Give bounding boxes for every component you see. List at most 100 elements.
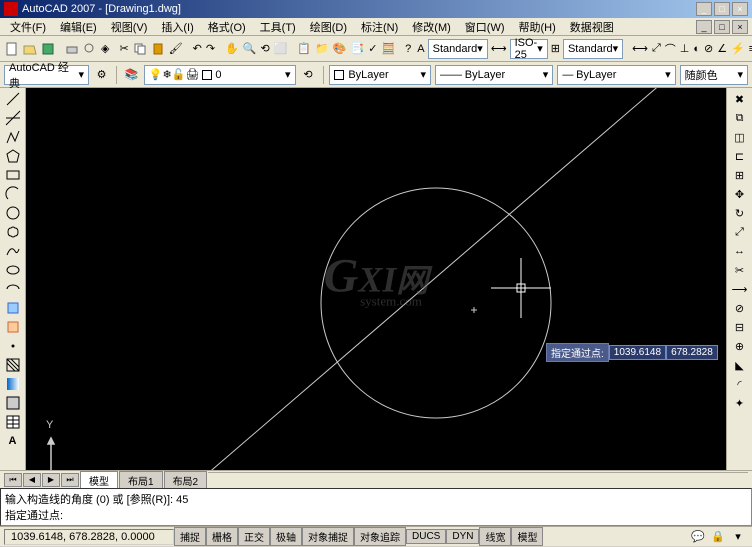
make-block-icon[interactable]: [3, 318, 23, 336]
gradient-icon[interactable]: [3, 375, 23, 393]
rectangle-icon[interactable]: [3, 166, 23, 184]
status-otrack[interactable]: 对象追踪: [354, 527, 406, 546]
plot-icon[interactable]: [64, 39, 80, 59]
dim-diameter-icon[interactable]: ⊘: [703, 39, 714, 59]
table-icon[interactable]: [3, 413, 23, 431]
scale-icon[interactable]: ⤢: [730, 223, 750, 241]
zoom-prev-icon[interactable]: ⟲: [260, 39, 271, 59]
lineweight-dropdown[interactable]: — ByLayer▾: [557, 65, 675, 85]
status-ortho[interactable]: 正交: [238, 527, 270, 546]
dim-aligned-icon[interactable]: ⤢: [651, 39, 662, 59]
tool-palette-icon[interactable]: 🎨: [332, 39, 348, 59]
insert-block-icon[interactable]: [3, 299, 23, 317]
status-tray-icon[interactable]: ▾: [728, 527, 748, 547]
spline-icon[interactable]: [3, 242, 23, 260]
text-style-icon[interactable]: A: [416, 39, 425, 59]
status-lwt[interactable]: 线宽: [479, 527, 511, 546]
undo-icon[interactable]: ↶: [192, 39, 203, 59]
workspace-settings-icon[interactable]: ⚙: [93, 65, 110, 85]
drawing-canvas[interactable]: X Y GXI网 system.com 指定通过点: 1039.6148 678…: [26, 88, 726, 470]
qcalc-icon[interactable]: 🧮: [380, 39, 396, 59]
dynamic-y[interactable]: 678.2828: [666, 345, 718, 360]
tab-layout1[interactable]: 布局1: [119, 471, 163, 489]
break-point-icon[interactable]: ⊘: [730, 299, 750, 317]
tab-layout2[interactable]: 布局2: [164, 471, 208, 489]
layer-prev-icon[interactable]: ⟲: [300, 65, 317, 85]
publish-icon[interactable]: ◈: [100, 39, 110, 59]
arc-icon[interactable]: [3, 185, 23, 203]
status-polar[interactable]: 极轴: [270, 527, 302, 546]
xline-icon[interactable]: [3, 109, 23, 127]
tab-prev-button[interactable]: ◀: [23, 473, 41, 487]
menu-modify[interactable]: 修改(M): [406, 18, 457, 36]
status-grid[interactable]: 栅格: [206, 527, 238, 546]
doc-minimize-button[interactable]: _: [696, 20, 712, 34]
status-ducs[interactable]: DUCS: [406, 529, 446, 544]
array-icon[interactable]: ⊞: [730, 166, 750, 184]
tab-last-button[interactable]: ⏭: [61, 473, 79, 487]
doc-maximize-button[interactable]: □: [714, 20, 730, 34]
tab-model[interactable]: 模型: [80, 471, 118, 489]
copy-obj-icon[interactable]: ⧉: [730, 109, 750, 127]
color-dropdown[interactable]: ByLayer▾: [329, 65, 431, 85]
dim-ordinate-icon[interactable]: ⊥: [679, 39, 691, 59]
menu-window[interactable]: 窗口(W): [459, 18, 511, 36]
erase-icon[interactable]: ✖: [730, 90, 750, 108]
properties-icon[interactable]: 📋: [296, 39, 312, 59]
status-lock-icon[interactable]: 🔒: [708, 527, 728, 547]
dim-style-dropdown[interactable]: ISO-25▾: [510, 39, 548, 59]
break-icon[interactable]: ⊟: [730, 318, 750, 336]
hatch-icon[interactable]: [3, 356, 23, 374]
horiz-scrollbar[interactable]: [208, 472, 748, 488]
region-icon[interactable]: [3, 394, 23, 412]
offset-icon[interactable]: ⊏: [730, 147, 750, 165]
fillet-icon[interactable]: ◜: [730, 375, 750, 393]
menu-view[interactable]: 视图(V): [105, 18, 154, 36]
status-model[interactable]: 模型: [511, 527, 543, 546]
paste-icon[interactable]: [150, 39, 166, 59]
ellipse-arc-icon[interactable]: [3, 280, 23, 298]
layer-dropdown[interactable]: 💡❄🔓🖨0▾: [144, 65, 296, 85]
ellipse-icon[interactable]: [3, 261, 23, 279]
dim-baseline-icon[interactable]: ≡: [748, 39, 752, 59]
dim-quick-icon[interactable]: ⚡: [730, 39, 746, 59]
cut-icon[interactable]: ✂: [118, 39, 129, 59]
dim-arc-icon[interactable]: ⌒: [664, 39, 677, 59]
polyline-icon[interactable]: [3, 128, 23, 146]
menu-file[interactable]: 文件(F): [4, 18, 52, 36]
tab-first-button[interactable]: ⏮: [4, 473, 22, 487]
menu-edit[interactable]: 编辑(E): [54, 18, 103, 36]
menu-draw[interactable]: 绘图(D): [304, 18, 353, 36]
line-icon[interactable]: [3, 90, 23, 108]
help-icon[interactable]: ?: [404, 39, 412, 59]
menu-help[interactable]: 帮助(H): [513, 18, 562, 36]
text-style-dropdown[interactable]: Standard▾: [428, 39, 488, 59]
minimize-button[interactable]: _: [696, 2, 712, 16]
plotstyle-dropdown[interactable]: 随颜色▾: [680, 65, 748, 85]
maximize-button[interactable]: □: [714, 2, 730, 16]
markup-icon[interactable]: ✓: [367, 39, 378, 59]
dynamic-x[interactable]: 1039.6148: [609, 345, 666, 360]
table-style-icon[interactable]: ⊞: [550, 39, 561, 59]
dim-linear-icon[interactable]: ⟷: [631, 39, 649, 59]
polygon-icon[interactable]: [3, 147, 23, 165]
mirror-icon[interactable]: ◫: [730, 128, 750, 146]
doc-close-button[interactable]: ×: [732, 20, 748, 34]
point-icon[interactable]: [3, 337, 23, 355]
workspace-dropdown[interactable]: AutoCAD 经典▾: [4, 65, 89, 85]
tab-next-button[interactable]: ▶: [42, 473, 60, 487]
zoom-window-icon[interactable]: ⬜: [273, 39, 289, 59]
revcloud-icon[interactable]: [3, 223, 23, 241]
menu-dataview[interactable]: 数据视图: [564, 18, 620, 36]
linetype-dropdown[interactable]: —— ByLayer▾: [435, 65, 553, 85]
table-style-dropdown[interactable]: Standard▾: [563, 39, 623, 59]
pan-icon[interactable]: ✋: [224, 39, 240, 59]
join-icon[interactable]: ⊕: [730, 337, 750, 355]
dim-radius-icon[interactable]: ◐: [692, 39, 701, 59]
chamfer-icon[interactable]: ◣: [730, 356, 750, 374]
stretch-icon[interactable]: ↔: [730, 242, 750, 260]
copy-icon[interactable]: [132, 39, 148, 59]
explode-icon[interactable]: ✦: [730, 394, 750, 412]
match-icon[interactable]: 🖌: [168, 39, 184, 59]
dim-angular-icon[interactable]: ∠: [716, 39, 728, 59]
